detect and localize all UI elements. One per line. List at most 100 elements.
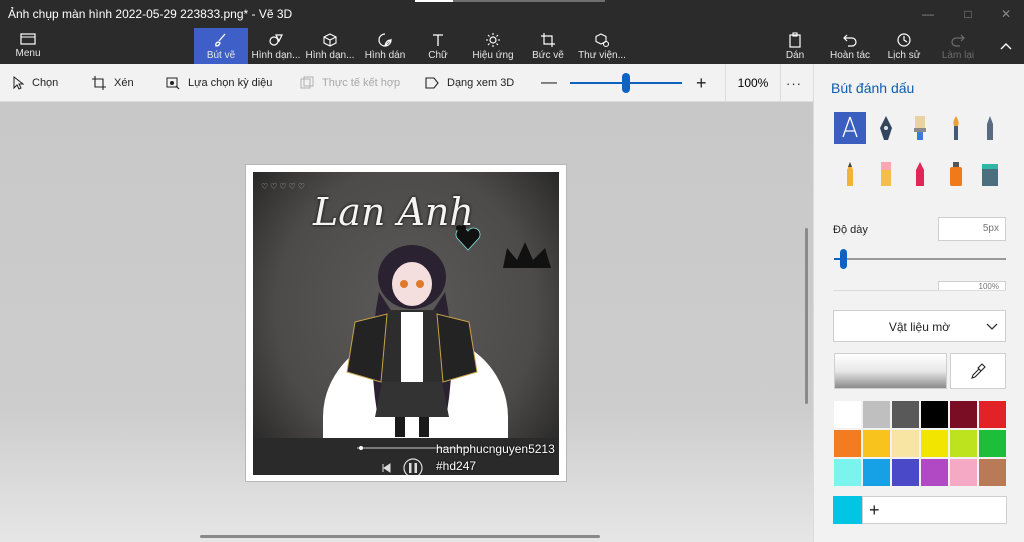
color-swatch[interactable] (920, 429, 949, 458)
cursor-icon (13, 76, 24, 90)
eraser-icon (881, 162, 891, 186)
select-button[interactable]: Chọn (12, 74, 58, 92)
fill-button[interactable] (974, 158, 1006, 190)
vertical-scrollbar[interactable] (805, 228, 808, 404)
thickness-label: Độ dày (833, 224, 868, 236)
watermark-username: hanhphucnguyen5213 (436, 442, 555, 456)
tool-3d-shapes[interactable]: Hình dạn... (304, 28, 356, 64)
color-swatch[interactable] (833, 400, 862, 429)
eyedropper-button[interactable] (950, 353, 1006, 389)
calligraphy-pen-button[interactable] (870, 112, 902, 144)
chevron-up-icon (1000, 43, 1012, 50)
collapse-ribbon-button[interactable] (994, 28, 1018, 64)
eyedropper-icon (971, 363, 986, 379)
undo-icon (843, 34, 857, 47)
load-progress-fill (415, 0, 453, 2)
minimize-button[interactable]: — (908, 0, 948, 28)
close-button[interactable]: ✕ (986, 0, 1024, 28)
effects-icon (486, 33, 500, 47)
eraser-button[interactable] (870, 158, 902, 190)
tool-3d-library[interactable]: Thư viện... (578, 28, 626, 64)
watercolor-button[interactable] (940, 112, 972, 144)
3d-view-icon (425, 77, 439, 89)
zoom-slider-thumb[interactable] (622, 73, 630, 93)
thickness-slider-thumb[interactable] (839, 249, 847, 269)
color-swatch[interactable] (949, 400, 978, 429)
paste-button[interactable]: Dán (780, 28, 810, 64)
menu-button[interactable]: Menu (8, 28, 48, 64)
color-swatch[interactable] (920, 400, 949, 429)
tool-brushes[interactable]: Bút vẽ (194, 28, 248, 64)
color-swatch[interactable] (862, 400, 891, 429)
stickers-icon (378, 33, 392, 47)
color-swatch[interactable] (891, 400, 920, 429)
marker-button[interactable] (834, 112, 866, 144)
selected-color-swatch[interactable] (834, 353, 947, 389)
canvas-icon (541, 33, 555, 47)
redo-icon (951, 34, 965, 47)
tool-canvas[interactable]: Bức vẽ (526, 28, 570, 64)
color-swatch[interactable] (949, 429, 978, 458)
zoom-out-button[interactable]: — (541, 74, 557, 92)
thickness-input[interactable]: 5px (938, 217, 1006, 241)
paste-icon (789, 32, 801, 48)
spray-can-button[interactable] (940, 158, 972, 190)
pencil-button[interactable] (834, 158, 866, 190)
color-swatch[interactable] (891, 429, 920, 458)
color-swatch[interactable] (978, 400, 1007, 429)
maximize-button[interactable]: □ (948, 0, 988, 28)
3d-shapes-icon (323, 33, 337, 47)
history-icon (897, 33, 911, 47)
crayon-button[interactable] (904, 158, 936, 190)
material-dropdown[interactable]: Vật liệu mờ (833, 310, 1006, 342)
crop-label: Xén (114, 77, 134, 89)
add-color-button[interactable]: + (862, 496, 1007, 524)
tool-label: Hình dạn... (251, 50, 301, 61)
tool-text[interactable]: Chữ (418, 28, 458, 64)
menu-label: Menu (15, 48, 41, 59)
color-swatch[interactable] (920, 458, 949, 487)
image-canvas[interactable]: ♡♡♡♡♡ Lan Anh hanhphucnguyen5213 #hd247 (245, 164, 567, 482)
color-swatch[interactable] (862, 429, 891, 458)
history-button[interactable]: Lịch sử (884, 28, 924, 64)
color-swatch[interactable] (833, 458, 862, 487)
select-label: Chọn (32, 77, 59, 89)
crop-icon (92, 76, 106, 90)
tool-label: Chữ (428, 50, 448, 61)
tool-2d-shapes[interactable]: Hình dạn... (250, 28, 302, 64)
material-label: Vật liệu mờ (888, 320, 951, 334)
color-swatch[interactable] (891, 458, 920, 487)
thickness-slider-track[interactable] (834, 258, 1006, 260)
zoom-level[interactable]: 100% (725, 64, 781, 102)
magic-select-button[interactable]: Lựa chọn kỳ diệu (166, 74, 272, 92)
color-swatch[interactable] (949, 458, 978, 487)
color-swatch[interactable] (833, 429, 862, 458)
tool-label: Bút vẽ (206, 50, 236, 61)
horizontal-scrollbar[interactable] (200, 535, 600, 538)
zoom-in-button[interactable]: + (696, 73, 707, 93)
current-color-swatch[interactable] (833, 496, 862, 524)
pixel-pen-button[interactable] (974, 112, 1006, 144)
color-swatch[interactable] (862, 458, 891, 487)
crop-button[interactable]: Xén (92, 74, 134, 92)
oil-brush-button[interactable] (904, 112, 936, 144)
color-swatch[interactable] (978, 458, 1007, 487)
mixed-reality-button[interactable]: Thực tế kết hợp (300, 74, 400, 92)
library-icon (595, 33, 610, 48)
brush-icon (215, 33, 226, 47)
tool-effects[interactable]: Hiệu ứng (470, 28, 516, 64)
tool-stickers[interactable]: Hình dán (360, 28, 410, 64)
load-progress-bar (415, 0, 605, 2)
pixel-pen-icon (987, 116, 993, 140)
window-title: Ảnh chụp màn hình 2022-05-29 223833.png*… (8, 7, 293, 21)
undo-button[interactable]: Hoàn tác (826, 28, 874, 64)
color-swatch[interactable] (978, 429, 1007, 458)
3d-view-button[interactable]: Dạng xem 3D (425, 74, 514, 92)
artwork-heart-icons: ♡♡♡♡♡ (261, 182, 307, 191)
more-options-button[interactable]: ··· (786, 74, 802, 92)
crayon-icon (916, 162, 924, 186)
magic-select-label: Lựa chọn kỳ diệu (188, 77, 273, 89)
redo-button[interactable]: Làm lại (936, 28, 980, 64)
chevron-down-icon (986, 323, 998, 330)
tool-label: Hình dạn... (305, 50, 355, 61)
